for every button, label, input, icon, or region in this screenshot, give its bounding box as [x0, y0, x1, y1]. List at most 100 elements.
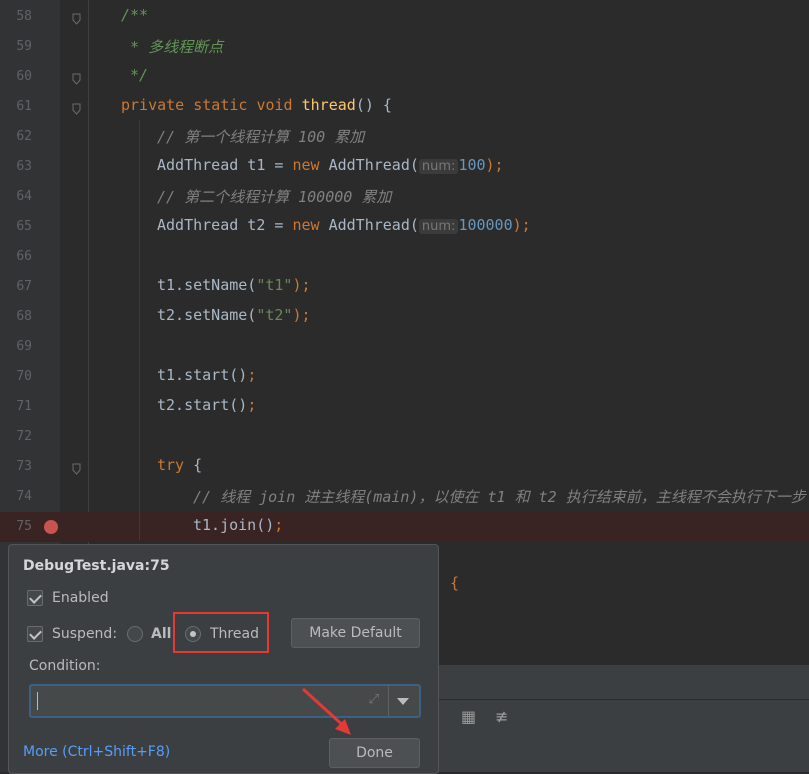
line-number[interactable]: 68 [0, 309, 32, 324]
line-number[interactable]: 59 [0, 39, 32, 54]
code-token: t1.setName( [157, 276, 257, 294]
line-number[interactable]: 63 [0, 159, 32, 174]
chevron-down-icon[interactable] [397, 698, 409, 705]
code-line: 63 AddThread t1 = new AddThread(num: 100); [0, 152, 809, 182]
code-token: ); [485, 156, 504, 174]
code-token: AddThread( [328, 156, 419, 174]
line-number[interactable]: 75 [0, 519, 32, 534]
code-token: new [292, 216, 329, 234]
code-line: 71 t2.start(); [0, 392, 809, 422]
line-number[interactable]: 61 [0, 99, 32, 114]
line-number[interactable]: 67 [0, 279, 32, 294]
code-line: 61 private static void thread() { [0, 92, 809, 122]
fold-icon[interactable] [72, 10, 81, 25]
code-line: 68 t2.setName("t2"); [0, 302, 809, 332]
code-token: ); [512, 216, 531, 234]
code-token: ; [247, 366, 257, 384]
annotation-arrow-icon [301, 687, 351, 735]
code-line: 66 [0, 242, 809, 272]
table-icon[interactable]: ▦ [461, 707, 479, 726]
code-text: AddThread t1 = new AddThread(num: 100); [157, 156, 504, 174]
code-text: t2.start(); [157, 396, 256, 414]
enabled-label: Enabled [52, 590, 109, 606]
code-token: ; [274, 516, 284, 534]
code-line: 75 t1.join(); [0, 512, 809, 542]
line-number[interactable]: 65 [0, 219, 32, 234]
code-token: ; [247, 396, 257, 414]
suspend-thread-radio[interactable] [185, 626, 201, 642]
code-token: // 第二个线程计算 100000 累加 [157, 188, 392, 206]
line-number[interactable]: 70 [0, 369, 32, 384]
fold-icon[interactable] [72, 100, 81, 115]
code-token: private static void [121, 96, 302, 114]
line-number[interactable]: 58 [0, 9, 32, 24]
breakpoint-icon[interactable] [44, 520, 58, 534]
debug-toolbar-area: ▦ ≢ [437, 665, 809, 772]
code-token: t2.start() [157, 396, 248, 414]
more-link[interactable]: More (Ctrl+Shift+F8) [23, 744, 170, 760]
suspend-all-radio[interactable] [127, 626, 143, 642]
line-number[interactable]: 64 [0, 189, 32, 204]
popup-title: DebugTest.java:75 [23, 558, 170, 574]
code-token: num: [418, 219, 459, 234]
code-token: // 线程 join 进主线程(main)，以使在 t1 和 t2 执行结束前，… [193, 488, 806, 506]
line-number[interactable]: 60 [0, 69, 32, 84]
code-text: t1.setName("t1"); [157, 276, 311, 294]
line-number[interactable]: 66 [0, 249, 32, 264]
code-line: 60 */ [0, 62, 809, 92]
code-token: ); [292, 306, 311, 324]
code-token: { [193, 456, 203, 474]
done-button[interactable]: Done [329, 738, 420, 768]
code-token: () { [355, 96, 392, 114]
code-token: // 第一个线程计算 100 累加 [157, 128, 365, 146]
expand-icon[interactable]: ⤢ [369, 692, 379, 707]
code-line: 72 [0, 422, 809, 452]
make-default-button[interactable]: Make Default [291, 618, 420, 648]
code-token: /** [121, 6, 149, 24]
breakpoint-popup: DebugTest.java:75 Enabled Suspend: All T… [8, 544, 439, 774]
suspend-checkbox[interactable] [27, 626, 43, 642]
code-text: * 多线程断点 [121, 36, 223, 57]
code-text: AddThread t2 = new AddThread(num: 100000)… [157, 216, 531, 234]
code-text: t2.setName("t2"); [157, 306, 311, 324]
line-number[interactable]: 71 [0, 399, 32, 414]
code-line: 58 /** [0, 2, 809, 32]
code-line: 62 // 第一个线程计算 100 累加 [0, 122, 809, 152]
code-line: 64 // 第二个线程计算 100000 累加 [0, 182, 809, 212]
line-number[interactable]: 73 [0, 459, 32, 474]
code-text: // 第一个线程计算 100 累加 [157, 126, 364, 147]
line-number[interactable]: 72 [0, 429, 32, 444]
line-number[interactable]: 69 [0, 339, 32, 354]
code-token: AddThread( [328, 216, 419, 234]
condition-input[interactable]: ⤢ [29, 684, 421, 718]
code-line: 73 try { [0, 452, 809, 482]
code-token: num: [418, 159, 459, 174]
code-token: t1.join() [193, 516, 275, 534]
code-token: new [292, 156, 329, 174]
code-token: t1.start() [157, 366, 248, 384]
suspend-thread-label: Thread [210, 626, 259, 642]
code-line: 70 t1.start(); [0, 362, 809, 392]
code-token: 100000 [458, 216, 513, 234]
line-number[interactable]: 62 [0, 129, 32, 144]
code-token: 100 [458, 156, 486, 174]
code-token: AddThread t1 = [157, 156, 293, 174]
code-token: t2.setName( [157, 306, 257, 324]
suspend-label: Suspend: [52, 626, 118, 642]
code-text: */ [121, 66, 148, 84]
code-line: 67 t1.setName("t1"); [0, 272, 809, 302]
line-number[interactable]: 74 [0, 489, 32, 504]
code-token: try [157, 456, 194, 474]
fold-icon[interactable] [72, 460, 81, 475]
code-line: 69 [0, 332, 809, 362]
condition-label: Condition: [29, 658, 101, 674]
code-token: * 多线程断点 [121, 38, 224, 56]
code-text: try { [157, 456, 202, 474]
settings-icon[interactable]: ≢ [495, 707, 513, 726]
code-line: 74 // 线程 join 进主线程(main)，以使在 t1 和 t2 执行结束… [0, 482, 809, 512]
suspend-all-label: All [151, 626, 172, 642]
code-text: /** [121, 6, 148, 24]
enabled-checkbox[interactable] [27, 590, 43, 606]
code-text: t1.start(); [157, 366, 256, 384]
fold-icon[interactable] [72, 70, 81, 85]
